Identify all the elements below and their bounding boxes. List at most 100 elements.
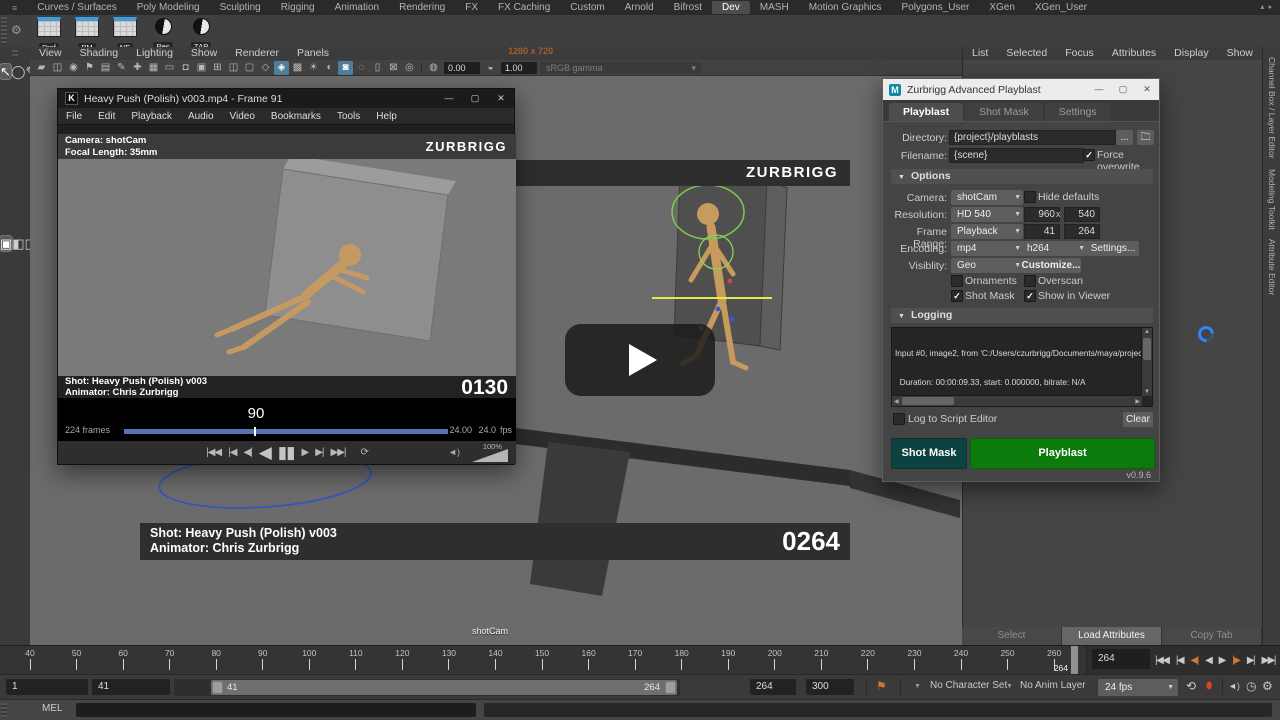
animation-start-field[interactable]: 1 [6, 679, 88, 695]
visibility-dropdown[interactable]: Geo▼ [951, 258, 1023, 273]
field-chart-icon[interactable]: ⊞ [210, 61, 225, 75]
volume-slider[interactable] [472, 449, 508, 462]
select-tool-icon[interactable]: ↖ [0, 64, 11, 79]
viewport-menu[interactable]: Show [182, 47, 226, 60]
go-to-start-button[interactable]: |◀◀ [1155, 655, 1168, 666]
speaker-icon[interactable]: ◄) [448, 447, 460, 457]
play-forward-button[interactable]: ▶ [1219, 655, 1225, 666]
shelf-tab[interactable]: Sculpting [210, 1, 271, 14]
browse-button[interactable]: ... [1116, 130, 1133, 145]
clear-log-button[interactable]: Clear [1123, 412, 1153, 427]
occlusion-icon[interactable]: ◙ [338, 61, 353, 75]
scroll-right-icon[interactable]: ▶ [1135, 398, 1140, 405]
current-time-marker[interactable] [1071, 646, 1078, 675]
log-output[interactable]: Input #0, image2, from 'C:/Users/czurbri… [891, 327, 1153, 407]
image-plane-icon[interactable]: ▤ [98, 61, 113, 75]
visibility-customize-button[interactable]: Customize... [1021, 258, 1081, 273]
step-forward-button[interactable]: ▶ [302, 447, 309, 458]
shelf-tab[interactable]: MASH [750, 1, 799, 14]
shelf-gear-icon[interactable]: ⚙ [11, 23, 22, 37]
maximize-button[interactable]: ▢ [1111, 79, 1135, 100]
grid-icon[interactable]: ▦ [146, 61, 161, 75]
bookmark-icon[interactable]: ⚑ [82, 61, 97, 75]
shelf-tab[interactable]: Rigging [271, 1, 325, 14]
bookmark-flag-icon[interactable]: ⚑ [876, 679, 887, 693]
shelf-tab[interactable]: XGen [979, 1, 1025, 14]
tab-modeling-toolkit[interactable]: Modeling Toolkit [1267, 169, 1277, 230]
command-language-dropdown[interactable]: MEL [42, 703, 63, 714]
container-dropdown[interactable]: mp4▼ [951, 241, 1023, 256]
command-input[interactable] [76, 703, 476, 717]
attribute-editor-menu[interactable]: Selected [997, 47, 1056, 60]
gate-mask-icon[interactable]: ▣ [194, 61, 209, 75]
frame-range-dropdown[interactable]: Playback▼ [951, 224, 1023, 239]
step-back-key-button[interactable]: |◀ [1176, 655, 1183, 666]
resolution-dropdown[interactable]: HD 540▼ [951, 207, 1023, 222]
overscan-checkbox[interactable] [1024, 275, 1036, 287]
shelf-tab[interactable]: Curves / Surfaces [27, 1, 126, 14]
select-button[interactable]: Select [962, 627, 1062, 645]
attribute-editor-menu[interactable]: Show [1218, 47, 1262, 60]
step-forward-key-button[interactable]: ▶| [1247, 655, 1254, 666]
height-field[interactable]: 540 [1064, 207, 1100, 222]
anim-layer-dropdown[interactable]: No Anim Layer [1020, 680, 1086, 691]
tab-channel-box[interactable]: Channel Box / Layer Editor [1267, 57, 1277, 159]
shelf-tab[interactable]: Rendering [389, 1, 455, 14]
minimize-button[interactable]: — [1087, 79, 1111, 100]
character-set-dropdown[interactable]: No Character Set [930, 680, 1007, 691]
loop-playback-icon[interactable]: ⟲ [1186, 679, 1196, 693]
filename-field[interactable]: {scene} [949, 148, 1084, 163]
attribute-editor-menu[interactable]: Focus [1056, 47, 1103, 60]
shadows-icon[interactable]: ◐ [322, 61, 337, 75]
toolbox-grip[interactable] [12, 50, 18, 58]
hide-defaults-checkbox[interactable] [1024, 191, 1036, 203]
current-time-field[interactable]: 264 [1092, 649, 1150, 669]
exposure-field[interactable]: 0.00 [444, 62, 480, 74]
camera-dropdown[interactable]: shotCam▼ [951, 190, 1023, 205]
width-field[interactable]: 960 [1024, 207, 1060, 222]
vertical-scrollbar[interactable]: ▲ ▼ [1141, 328, 1152, 396]
grease-pencil-icon[interactable]: ✎ [114, 61, 129, 75]
two-pane-layout-icon[interactable]: ◧ [12, 236, 24, 251]
shot-mask-button[interactable]: Shot Mask [891, 438, 967, 469]
encoder-settings-button[interactable]: Settings... [1087, 241, 1139, 256]
scroll-up-icon[interactable]: ▲ [1144, 329, 1150, 335]
safe-action-icon[interactable]: ◫ [226, 61, 241, 75]
player-menu[interactable]: Playback [123, 111, 180, 122]
shelf-tab[interactable]: Arnold [615, 1, 664, 14]
range-slider-bar[interactable]: 41 264 [211, 680, 677, 695]
ornaments-checkbox[interactable] [951, 275, 963, 287]
scrollbar-thumb[interactable] [1143, 338, 1151, 360]
next-bookmark-button[interactable]: ▶| [315, 447, 323, 458]
player-menu[interactable]: Bookmarks [263, 111, 329, 122]
shelf-tab[interactable]: Polygons_User [892, 1, 980, 14]
lasso-tool-icon[interactable]: ◯ [11, 64, 26, 79]
shot-mask-checkbox[interactable]: ✓ [951, 290, 963, 302]
shelf-grip[interactable] [1, 17, 7, 45]
show-in-viewer-checkbox[interactable]: ✓ [1024, 290, 1036, 302]
step-forward-frame-button[interactable]: |▶ [1232, 655, 1239, 666]
single-pane-layout-icon[interactable]: ▣ [0, 236, 12, 251]
pause-button[interactable]: ▮▮ [278, 443, 295, 463]
gamma-field[interactable]: 1.00 [501, 62, 537, 74]
fps-dropdown[interactable]: 24 fps▼ [1098, 679, 1178, 696]
playback-end-field[interactable]: 264 [750, 679, 796, 695]
start-frame-field[interactable]: 41 [1024, 224, 1060, 239]
logging-section-header[interactable]: ▼Logging [891, 308, 1153, 323]
time-slider[interactable]: 264 405060708090100110120130140150160170… [0, 646, 1087, 675]
copy-tab-button[interactable]: Copy Tab [1162, 627, 1262, 645]
viewport-menu[interactable]: View [30, 47, 71, 60]
attribute-editor-menu[interactable]: Attributes [1103, 47, 1165, 60]
open-folder-button[interactable]: 🗀 [1137, 130, 1154, 145]
motion-blur-icon[interactable]: ◌ [354, 61, 369, 75]
close-button[interactable]: ✕ [488, 89, 514, 108]
scroll-left-icon[interactable]: ◀ [894, 398, 899, 405]
player-video-area[interactable] [58, 159, 516, 376]
viewport-menu[interactable]: Shading [71, 47, 128, 60]
auto-keyframe-icon[interactable]: ⬮ [1206, 681, 1212, 692]
end-frame-field[interactable]: 264 [1064, 224, 1100, 239]
safe-title-icon[interactable]: ▢ [242, 61, 257, 75]
command-line-grip[interactable] [1, 703, 7, 718]
playhead[interactable] [254, 427, 256, 436]
player-menu[interactable]: Audio [180, 111, 222, 122]
